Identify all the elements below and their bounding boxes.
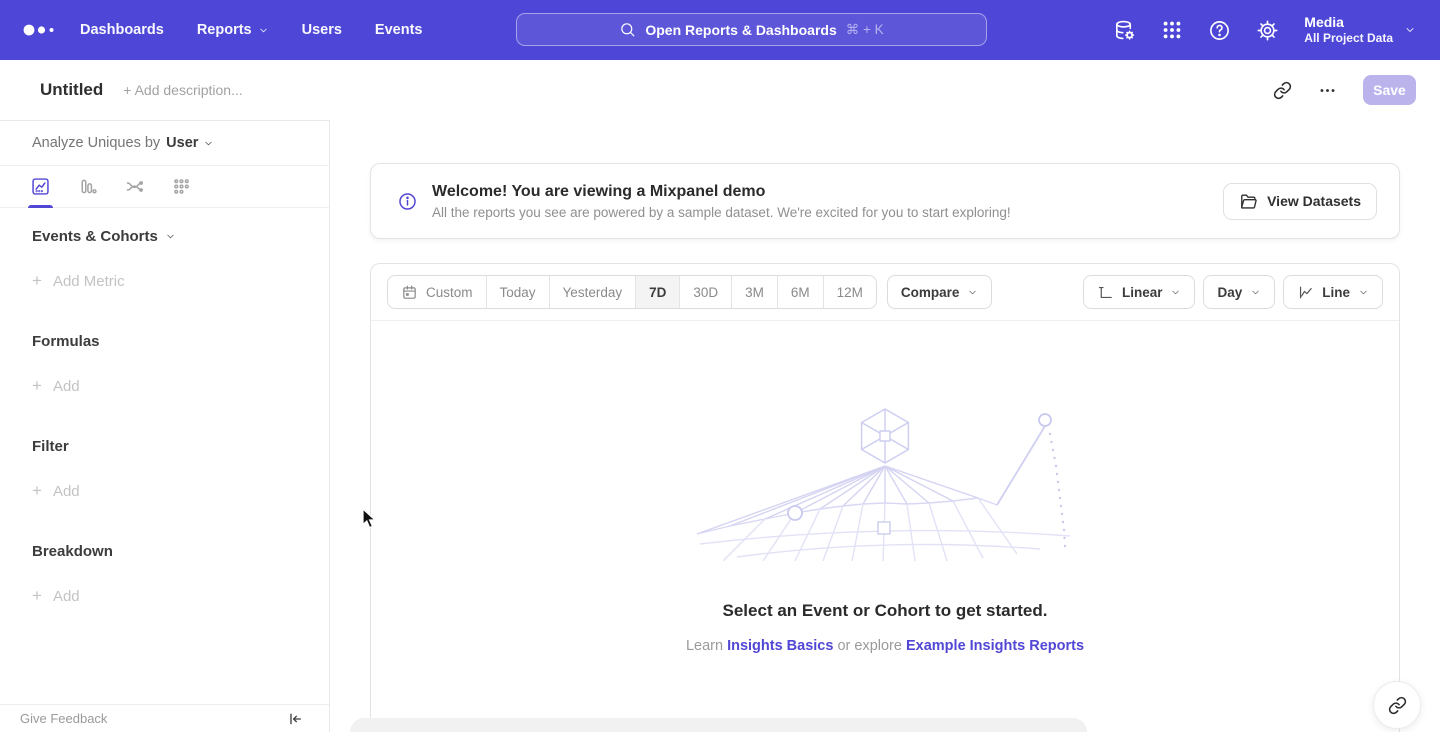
range-today[interactable]: Today bbox=[486, 276, 549, 308]
nav-events[interactable]: Events bbox=[375, 22, 423, 38]
add-metric-button[interactable]: + Add Metric bbox=[32, 271, 297, 291]
empty-state-links: Learn Insights Basics or explore Example… bbox=[371, 638, 1399, 654]
range-12m[interactable]: 12M bbox=[823, 276, 876, 308]
apps-grid-icon[interactable] bbox=[1161, 19, 1183, 41]
empty-state-heading: Select an Event or Cohort to get started… bbox=[371, 601, 1399, 621]
link-icon bbox=[1388, 696, 1407, 715]
chevron-down-icon bbox=[967, 287, 978, 298]
report-header: Untitled + Add description... Save bbox=[0, 60, 1440, 120]
analyze-label: Analyze Uniques by bbox=[32, 135, 160, 151]
events-cohorts-header[interactable]: Events & Cohorts bbox=[32, 228, 297, 245]
flows-icon bbox=[124, 176, 145, 197]
query-builder-sidebar: Analyze Uniques by User bbox=[0, 120, 330, 732]
collapse-sidebar-icon[interactable] bbox=[287, 711, 303, 727]
add-filter-button[interactable]: + Add bbox=[32, 481, 297, 501]
compare-dropdown[interactable]: Compare bbox=[887, 275, 993, 309]
line-type-icon bbox=[1297, 284, 1314, 301]
empty-state: Select an Event or Cohort to get started… bbox=[371, 406, 1399, 654]
date-range-segmented-control: Custom Today Yesterday 7D 30D 3M 6M 12M bbox=[387, 275, 877, 309]
nav-dashboards[interactable]: Dashboards bbox=[80, 22, 164, 38]
range-3m[interactable]: 3M bbox=[731, 276, 777, 308]
copy-link-icon[interactable] bbox=[1273, 81, 1292, 100]
more-options-icon[interactable] bbox=[1318, 81, 1337, 100]
data-management-icon[interactable] bbox=[1113, 19, 1136, 42]
plus-icon: + bbox=[32, 481, 42, 501]
analyze-entity-dropdown[interactable]: User bbox=[166, 135, 214, 151]
top-nav: Dashboards Reports Users Events Open Rep… bbox=[0, 0, 1440, 60]
next-section-peek bbox=[350, 718, 1087, 732]
report-title[interactable]: Untitled bbox=[40, 80, 103, 100]
chevron-down-icon bbox=[1170, 287, 1181, 298]
add-breakdown-button[interactable]: + Add bbox=[32, 586, 297, 606]
nav-users[interactable]: Users bbox=[302, 22, 342, 38]
chevron-down-icon bbox=[1250, 287, 1261, 298]
nav-right-cluster: Media All Project Data bbox=[1113, 0, 1416, 60]
interval-dropdown[interactable]: Day bbox=[1203, 275, 1275, 309]
project-name: Media bbox=[1304, 14, 1393, 31]
info-icon bbox=[397, 191, 418, 212]
line-chart-icon bbox=[30, 176, 51, 197]
demo-banner: Welcome! You are viewing a Mixpanel demo… bbox=[370, 163, 1400, 239]
range-30d[interactable]: 30D bbox=[679, 276, 731, 308]
banner-title: Welcome! You are viewing a Mixpanel demo bbox=[432, 183, 1223, 201]
range-6m[interactable]: 6M bbox=[777, 276, 823, 308]
search-shortcut: ⌘ + K bbox=[846, 22, 884, 38]
example-insights-reports-link[interactable]: Example Insights Reports bbox=[906, 638, 1084, 654]
tab-grid[interactable] bbox=[171, 166, 192, 208]
range-7d[interactable]: 7D bbox=[635, 276, 679, 308]
chart-controls: Custom Today Yesterday 7D 30D 3M 6M 12M … bbox=[371, 264, 1399, 321]
range-custom[interactable]: Custom bbox=[388, 276, 486, 308]
bar-chart-icon bbox=[77, 176, 98, 197]
chevron-down-icon bbox=[1404, 24, 1416, 36]
chevron-down-icon bbox=[165, 231, 176, 242]
tab-line-chart[interactable] bbox=[30, 166, 51, 208]
filter-header: Filter bbox=[32, 438, 297, 455]
plus-icon: + bbox=[32, 376, 42, 396]
project-switcher[interactable]: Media All Project Data bbox=[1304, 14, 1416, 46]
settings-gear-icon[interactable] bbox=[1256, 19, 1279, 42]
scale-dropdown[interactable]: Linear bbox=[1083, 275, 1196, 309]
report-canvas: Welcome! You are viewing a Mixpanel demo… bbox=[330, 120, 1440, 732]
chart-type-dropdown[interactable]: Line bbox=[1283, 275, 1383, 309]
view-datasets-button[interactable]: View Datasets bbox=[1223, 183, 1377, 220]
dot-grid-icon bbox=[171, 176, 192, 197]
folder-icon bbox=[1239, 192, 1258, 211]
insights-basics-link[interactable]: Insights Basics bbox=[727, 638, 833, 654]
search-icon bbox=[619, 21, 636, 38]
add-formula-button[interactable]: + Add bbox=[32, 376, 297, 396]
chevron-down-icon bbox=[1358, 287, 1369, 298]
wireframe-illustration bbox=[695, 406, 1075, 561]
plus-icon: + bbox=[32, 271, 42, 291]
chart-type-tabs bbox=[0, 166, 329, 208]
insights-chart-card: Custom Today Yesterday 7D 30D 3M 6M 12M … bbox=[370, 263, 1400, 732]
share-link-fab[interactable] bbox=[1373, 681, 1421, 729]
tab-flows[interactable] bbox=[124, 166, 145, 208]
save-button[interactable]: Save bbox=[1363, 75, 1416, 105]
banner-subtitle: All the reports you see are powered by a… bbox=[432, 205, 1223, 220]
primary-nav: Dashboards Reports Users Events bbox=[80, 22, 422, 38]
range-yesterday[interactable]: Yesterday bbox=[549, 276, 636, 308]
search-placeholder: Open Reports & Dashboards bbox=[645, 22, 836, 38]
give-feedback-link[interactable]: Give Feedback bbox=[20, 711, 107, 726]
chevron-down-icon bbox=[258, 25, 269, 36]
linear-axis-icon bbox=[1097, 284, 1114, 301]
mixpanel-logo-icon[interactable] bbox=[22, 23, 62, 37]
chevron-down-icon bbox=[203, 138, 214, 149]
report-description-placeholder[interactable]: + Add description... bbox=[123, 82, 242, 98]
tab-bar-chart[interactable] bbox=[77, 166, 98, 208]
global-search[interactable]: Open Reports & Dashboards ⌘ + K bbox=[516, 13, 987, 46]
help-icon[interactable] bbox=[1208, 19, 1231, 42]
formulas-header: Formulas bbox=[32, 333, 297, 350]
breakdown-header: Breakdown bbox=[32, 543, 297, 560]
project-scope: All Project Data bbox=[1304, 31, 1393, 46]
calendar-icon bbox=[401, 284, 418, 301]
plus-icon: + bbox=[32, 586, 42, 606]
nav-reports[interactable]: Reports bbox=[197, 22, 269, 38]
